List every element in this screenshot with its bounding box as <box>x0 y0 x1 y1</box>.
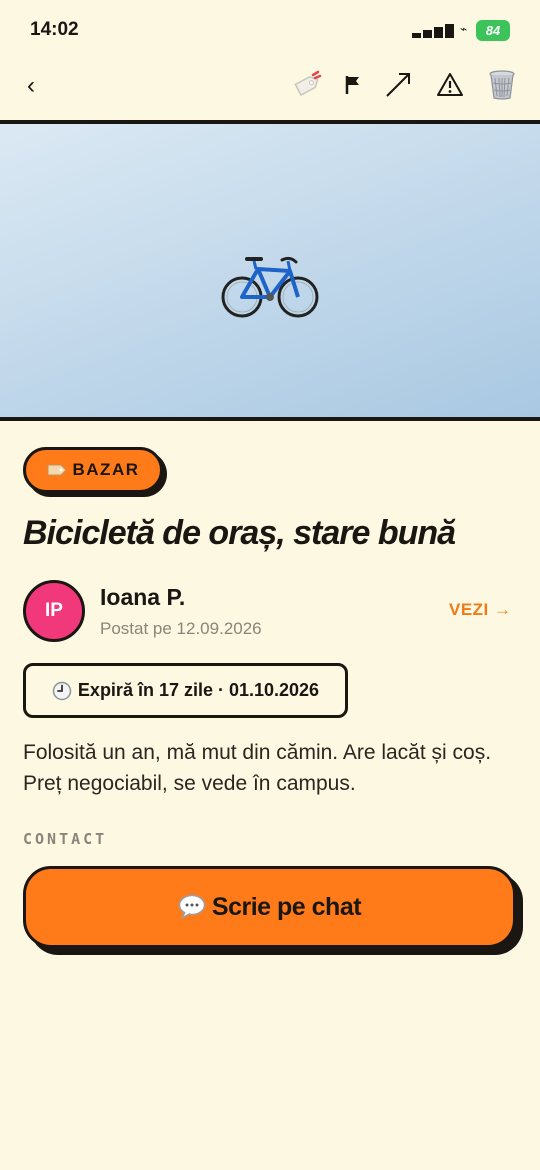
status-bar: 14:02 ⌁ 84 <box>0 0 540 60</box>
expiry-text: Expiră în 17 zile · 01.10.2026 <box>77 680 320 700</box>
share-icon[interactable] <box>381 68 415 102</box>
tag-icon <box>47 464 67 476</box>
toolbar: ‹ <box>0 60 540 118</box>
listing-hero-image[interactable] <box>0 120 540 421</box>
listing-title: Bicicletă de oraș, stare bună <box>23 514 456 552</box>
tag-icon[interactable] <box>290 68 324 102</box>
category-chip[interactable]: BAZAR <box>23 447 163 493</box>
posted-date: Postat pe 12.09.2026 <box>100 619 262 638</box>
wifi-icon: ⌁ <box>460 22 468 36</box>
status-time: 14:02 <box>30 19 79 40</box>
flag-icon[interactable] <box>336 68 370 102</box>
signal-icon <box>412 24 458 38</box>
battery-indicator: 84 <box>476 20 510 41</box>
author-name[interactable]: Ioana P. <box>100 584 185 611</box>
category-label: BAZAR <box>72 460 140 479</box>
clock-icon <box>52 681 72 700</box>
listing-description: Folosită un an, mă mut din cămin. Are la… <box>23 741 492 795</box>
view-profile-link[interactable]: VEZI → <box>449 600 512 620</box>
chat-button-label: Scrie pe chat <box>211 892 362 921</box>
speech-bubble-icon <box>178 894 206 919</box>
bicycle-icon <box>221 256 319 318</box>
contact-section-label: CONTACT <box>23 830 108 848</box>
chat-button[interactable]: Scrie pe chat <box>23 866 516 948</box>
back-button[interactable]: ‹ <box>18 70 44 102</box>
expiry-badge: Expiră în 17 zile · 01.10.2026 <box>23 663 348 718</box>
trash-icon[interactable] <box>485 68 519 102</box>
avatar[interactable]: IP <box>23 580 85 642</box>
warning-icon[interactable] <box>433 68 467 102</box>
